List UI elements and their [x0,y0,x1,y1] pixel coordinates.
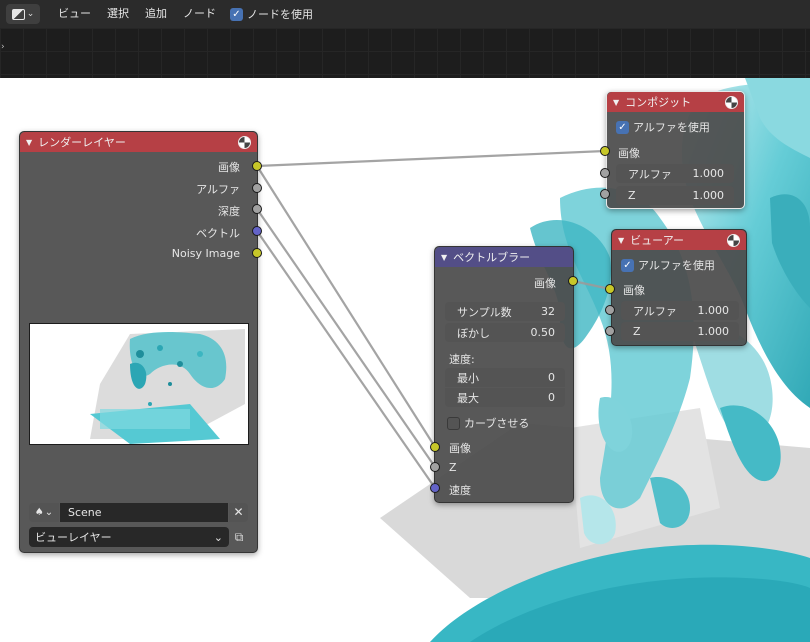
composite-alpha-label: アルファ [628,167,672,181]
output-label-alpha: アルファ [196,183,240,196]
socket-output-depth[interactable] [252,204,262,214]
curved-label: カーブさせる [464,417,530,430]
vector-blur-input-speed-label: 速度 [449,484,471,497]
composite-node[interactable]: ▼ コンポジット ✓ アルファを使用 画像 アルファ 1.000 Z 1.000 [606,91,745,209]
blur-factor-label: ぼかし [457,326,490,340]
composite-z-label: Z [628,189,636,202]
output-label-vector: ベクトル [196,227,240,240]
vector-blur-input-image-label: 画像 [449,442,471,455]
checkbox-checked-icon[interactable]: ✓ [616,120,629,134]
viewer-node[interactable]: ▼ ビューアー ✓ アルファを使用 画像 アルファ 1.000 Z 1.000 [611,229,747,346]
render-layers-node-header[interactable]: ▼ レンダーレイヤー [20,132,257,152]
blur-factor-value: 0.50 [530,326,556,339]
checkbox-checked-icon[interactable]: ✓ [621,258,634,272]
preview-toggle-icon[interactable] [727,233,740,247]
output-label-image: 画像 [218,161,240,174]
render-layer-copy-icon[interactable]: ⧉ [230,529,248,545]
link-image-to-vectorblur-image [256,165,436,448]
viewer-alpha-field[interactable]: アルファ 1.000 [621,301,739,320]
collapse-arrow-icon[interactable]: ▼ [441,253,447,262]
output-label-noisy-image: Noisy Image [171,247,240,260]
preview-toggle-icon[interactable] [725,95,738,109]
link-depth-to-vectorblur-z [256,208,436,468]
viewer-use-alpha-label: アルファを使用 [638,259,715,272]
socket-output-vector-blur-image[interactable] [568,276,578,286]
composite-alpha-value: 1.000 [692,167,725,180]
samples-label: サンプル数 [457,305,512,319]
scene-name-value: Scene [68,506,102,519]
socket-input-composite-alpha[interactable] [600,168,610,178]
curved-toggle[interactable]: カーブさせる [447,415,529,431]
composite-use-alpha-label: アルファを使用 [633,121,710,134]
unlink-scene-button[interactable]: ✕ [229,503,248,522]
speed-min-field[interactable]: 最小 0 [445,368,565,387]
link-image-to-composite [256,149,606,168]
socket-input-viewer-image[interactable] [605,284,615,294]
socket-input-composite-z[interactable] [600,189,610,199]
viewer-input-image-label: 画像 [623,284,645,297]
scene-browse-button[interactable]: ♠ ⌄ [29,503,59,522]
viewer-node-header[interactable]: ▼ ビューアー [612,230,746,250]
vector-blur-title: ベクトルブラー [453,251,531,264]
viewer-title: ビューアー [630,234,685,247]
socket-output-vector[interactable] [252,226,262,236]
blur-factor-field[interactable]: ぼかし 0.50 [445,323,565,342]
socket-output-image[interactable] [252,161,262,171]
socket-output-noisy-image[interactable] [252,248,262,258]
scene-icon: ♠ [34,507,44,518]
collapse-arrow-icon[interactable]: ▼ [26,138,32,147]
socket-input-vector-blur-z[interactable] [430,462,440,472]
composite-z-value: 1.000 [692,189,725,202]
speed-min-value: 0 [548,371,555,384]
collapse-arrow-icon[interactable]: ▼ [613,98,619,107]
composite-z-field[interactable]: Z 1.000 [616,186,734,205]
speed-max-field[interactable]: 最大 0 [445,388,565,407]
vector-blur-node-header[interactable]: ▼ ベクトルブラー [435,247,573,267]
render-layers-node[interactable]: ▼ レンダーレイヤー 画像 アルファ 深度 ベクトル Noisy Image ♠… [19,131,258,553]
viewer-z-label: Z [633,325,641,338]
viewer-z-field[interactable]: Z 1.000 [621,322,739,341]
composite-input-image-label: 画像 [618,147,640,160]
output-label-depth: 深度 [218,205,240,218]
socket-input-composite-image[interactable] [600,146,610,156]
composite-title: コンポジット [625,96,692,109]
speed-min-label: 最小 [457,371,479,385]
vector-blur-node[interactable]: ▼ ベクトルブラー 画像 サンプル数 32 ぼかし 0.50 速度: 最小 0 … [434,246,574,503]
preview-render-thumbnail [90,329,245,444]
vector-blur-output-image-label: 画像 [534,277,556,290]
speed-section-label: 速度: [449,353,475,366]
socket-input-vector-blur-speed[interactable] [430,483,440,493]
socket-input-viewer-alpha[interactable] [605,305,615,315]
view-layer-value: ビューレイヤー [35,531,112,544]
render-preview-image [29,323,249,445]
vector-blur-input-z-label: Z [449,461,457,474]
viewer-z-value: 1.000 [697,325,730,338]
view-layer-select[interactable]: ビューレイヤー ⌄ [29,527,229,547]
socket-input-viewer-z[interactable] [605,326,615,336]
socket-input-vector-blur-image[interactable] [430,442,440,452]
chevron-down-icon: ⌄ [44,507,54,518]
chevron-down-icon: ⌄ [213,530,223,544]
composite-node-header[interactable]: ▼ コンポジット [607,92,744,112]
collapse-arrow-icon[interactable]: ▼ [618,236,624,245]
samples-field[interactable]: サンプル数 32 [445,302,565,321]
viewer-alpha-label: アルファ [633,304,677,318]
render-layers-title: レンダーレイヤー [38,136,126,149]
viewer-alpha-value: 1.000 [697,304,730,317]
link-vector-to-vectorblur-speed [256,230,436,489]
socket-output-alpha[interactable] [252,183,262,193]
checkbox-unchecked-icon[interactable] [447,416,460,430]
composite-alpha-field[interactable]: アルファ 1.000 [616,164,734,183]
preview-toggle-icon[interactable] [238,135,251,149]
samples-value: 32 [541,305,555,318]
speed-max-label: 最大 [457,391,479,405]
scene-name-field[interactable]: Scene [60,503,228,522]
viewer-use-alpha[interactable]: ✓ アルファを使用 [621,257,715,273]
composite-use-alpha[interactable]: ✓ アルファを使用 [616,119,710,135]
speed-max-value: 0 [548,391,555,404]
